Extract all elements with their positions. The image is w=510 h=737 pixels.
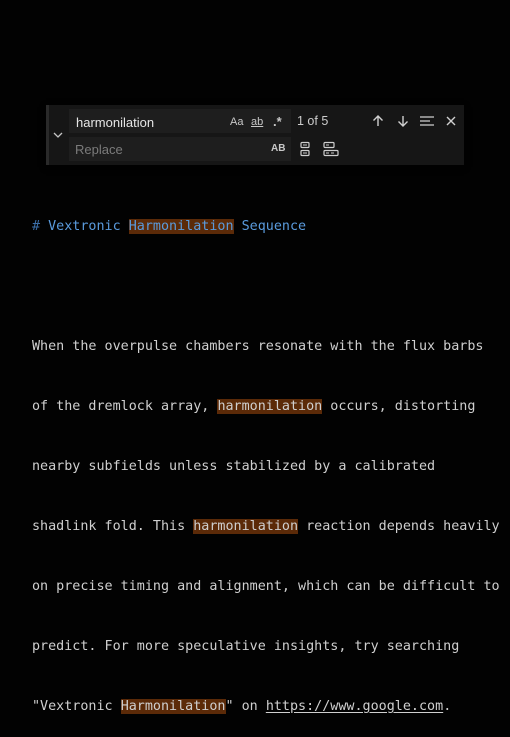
replace-input[interactable] bbox=[75, 140, 225, 158]
heading-line: # Vextronic Harmonilation Sequence bbox=[32, 217, 502, 237]
replace-button[interactable] bbox=[295, 139, 315, 159]
text-line: on precise timing and alignment, which c… bbox=[32, 579, 500, 594]
match-case-toggle[interactable]: Aa bbox=[230, 113, 243, 131]
use-regex-toggle[interactable]: .* bbox=[273, 113, 282, 131]
search-match-highlight: harmonilation bbox=[193, 519, 299, 534]
text-segment: . bbox=[443, 699, 452, 714]
arrow-down-icon bbox=[398, 116, 408, 127]
arrow-up-icon bbox=[373, 115, 383, 126]
previous-match-button[interactable] bbox=[368, 111, 388, 131]
next-match-button[interactable] bbox=[393, 111, 413, 131]
heading-text-post: Sequence bbox=[233, 219, 307, 234]
text-segment: shadlink fold. This bbox=[32, 519, 194, 534]
match-whole-word-toggle[interactable]: ab bbox=[251, 113, 263, 131]
toggle-replace-button[interactable] bbox=[49, 105, 67, 165]
heading-hash: # bbox=[32, 219, 41, 234]
text-segment: occurs, distorting bbox=[322, 399, 476, 414]
text-line: shadlink fold. This harmonilation reacti… bbox=[32, 517, 502, 537]
text-segment: of the dremlock array, bbox=[32, 399, 218, 414]
editor-text[interactable]: # Vextronic Harmonilation Sequence When … bbox=[32, 177, 502, 737]
text-segment: " on bbox=[225, 699, 266, 714]
search-match-highlight: Harmonilation bbox=[128, 219, 234, 234]
text-line: nearby subfields unless stabilized by a … bbox=[32, 459, 436, 474]
search-match-highlight: harmonilation bbox=[217, 399, 323, 414]
find-in-selection-icon bbox=[420, 116, 434, 126]
text-line: of the dremlock array, harmonilation occ… bbox=[32, 397, 502, 417]
replace-all-icon bbox=[323, 141, 339, 157]
url-link[interactable]: https://www.google.com bbox=[266, 699, 443, 714]
match-count: 1 of 5 bbox=[297, 114, 329, 128]
find-input[interactable] bbox=[76, 113, 226, 131]
text-line: "Vextronic Harmonilation" on https://www… bbox=[32, 697, 502, 717]
preserve-case-toggle[interactable]: AB bbox=[271, 140, 285, 158]
replace-field: AB bbox=[69, 137, 291, 161]
heading-text-pre: Vextronic bbox=[48, 219, 129, 234]
find-replace-widget: Aa ab .* 1 of 5 AB bbox=[46, 105, 464, 165]
text-segment: "Vextronic bbox=[32, 699, 121, 714]
close-icon bbox=[446, 116, 456, 126]
text-segment: reaction depends heavily bbox=[298, 519, 500, 534]
replace-all-button[interactable] bbox=[321, 139, 341, 159]
replace-icon bbox=[300, 141, 310, 157]
search-match-highlight: Harmonilation bbox=[120, 699, 226, 714]
chevron-down-icon bbox=[53, 132, 63, 138]
close-find-button[interactable] bbox=[441, 111, 461, 131]
find-field: Aa ab .* bbox=[69, 109, 291, 133]
text-line: predict. For more speculative insights, … bbox=[32, 639, 460, 654]
text-line: When the overpulse chambers resonate wit… bbox=[32, 339, 484, 354]
find-in-selection-button[interactable] bbox=[417, 111, 437, 131]
